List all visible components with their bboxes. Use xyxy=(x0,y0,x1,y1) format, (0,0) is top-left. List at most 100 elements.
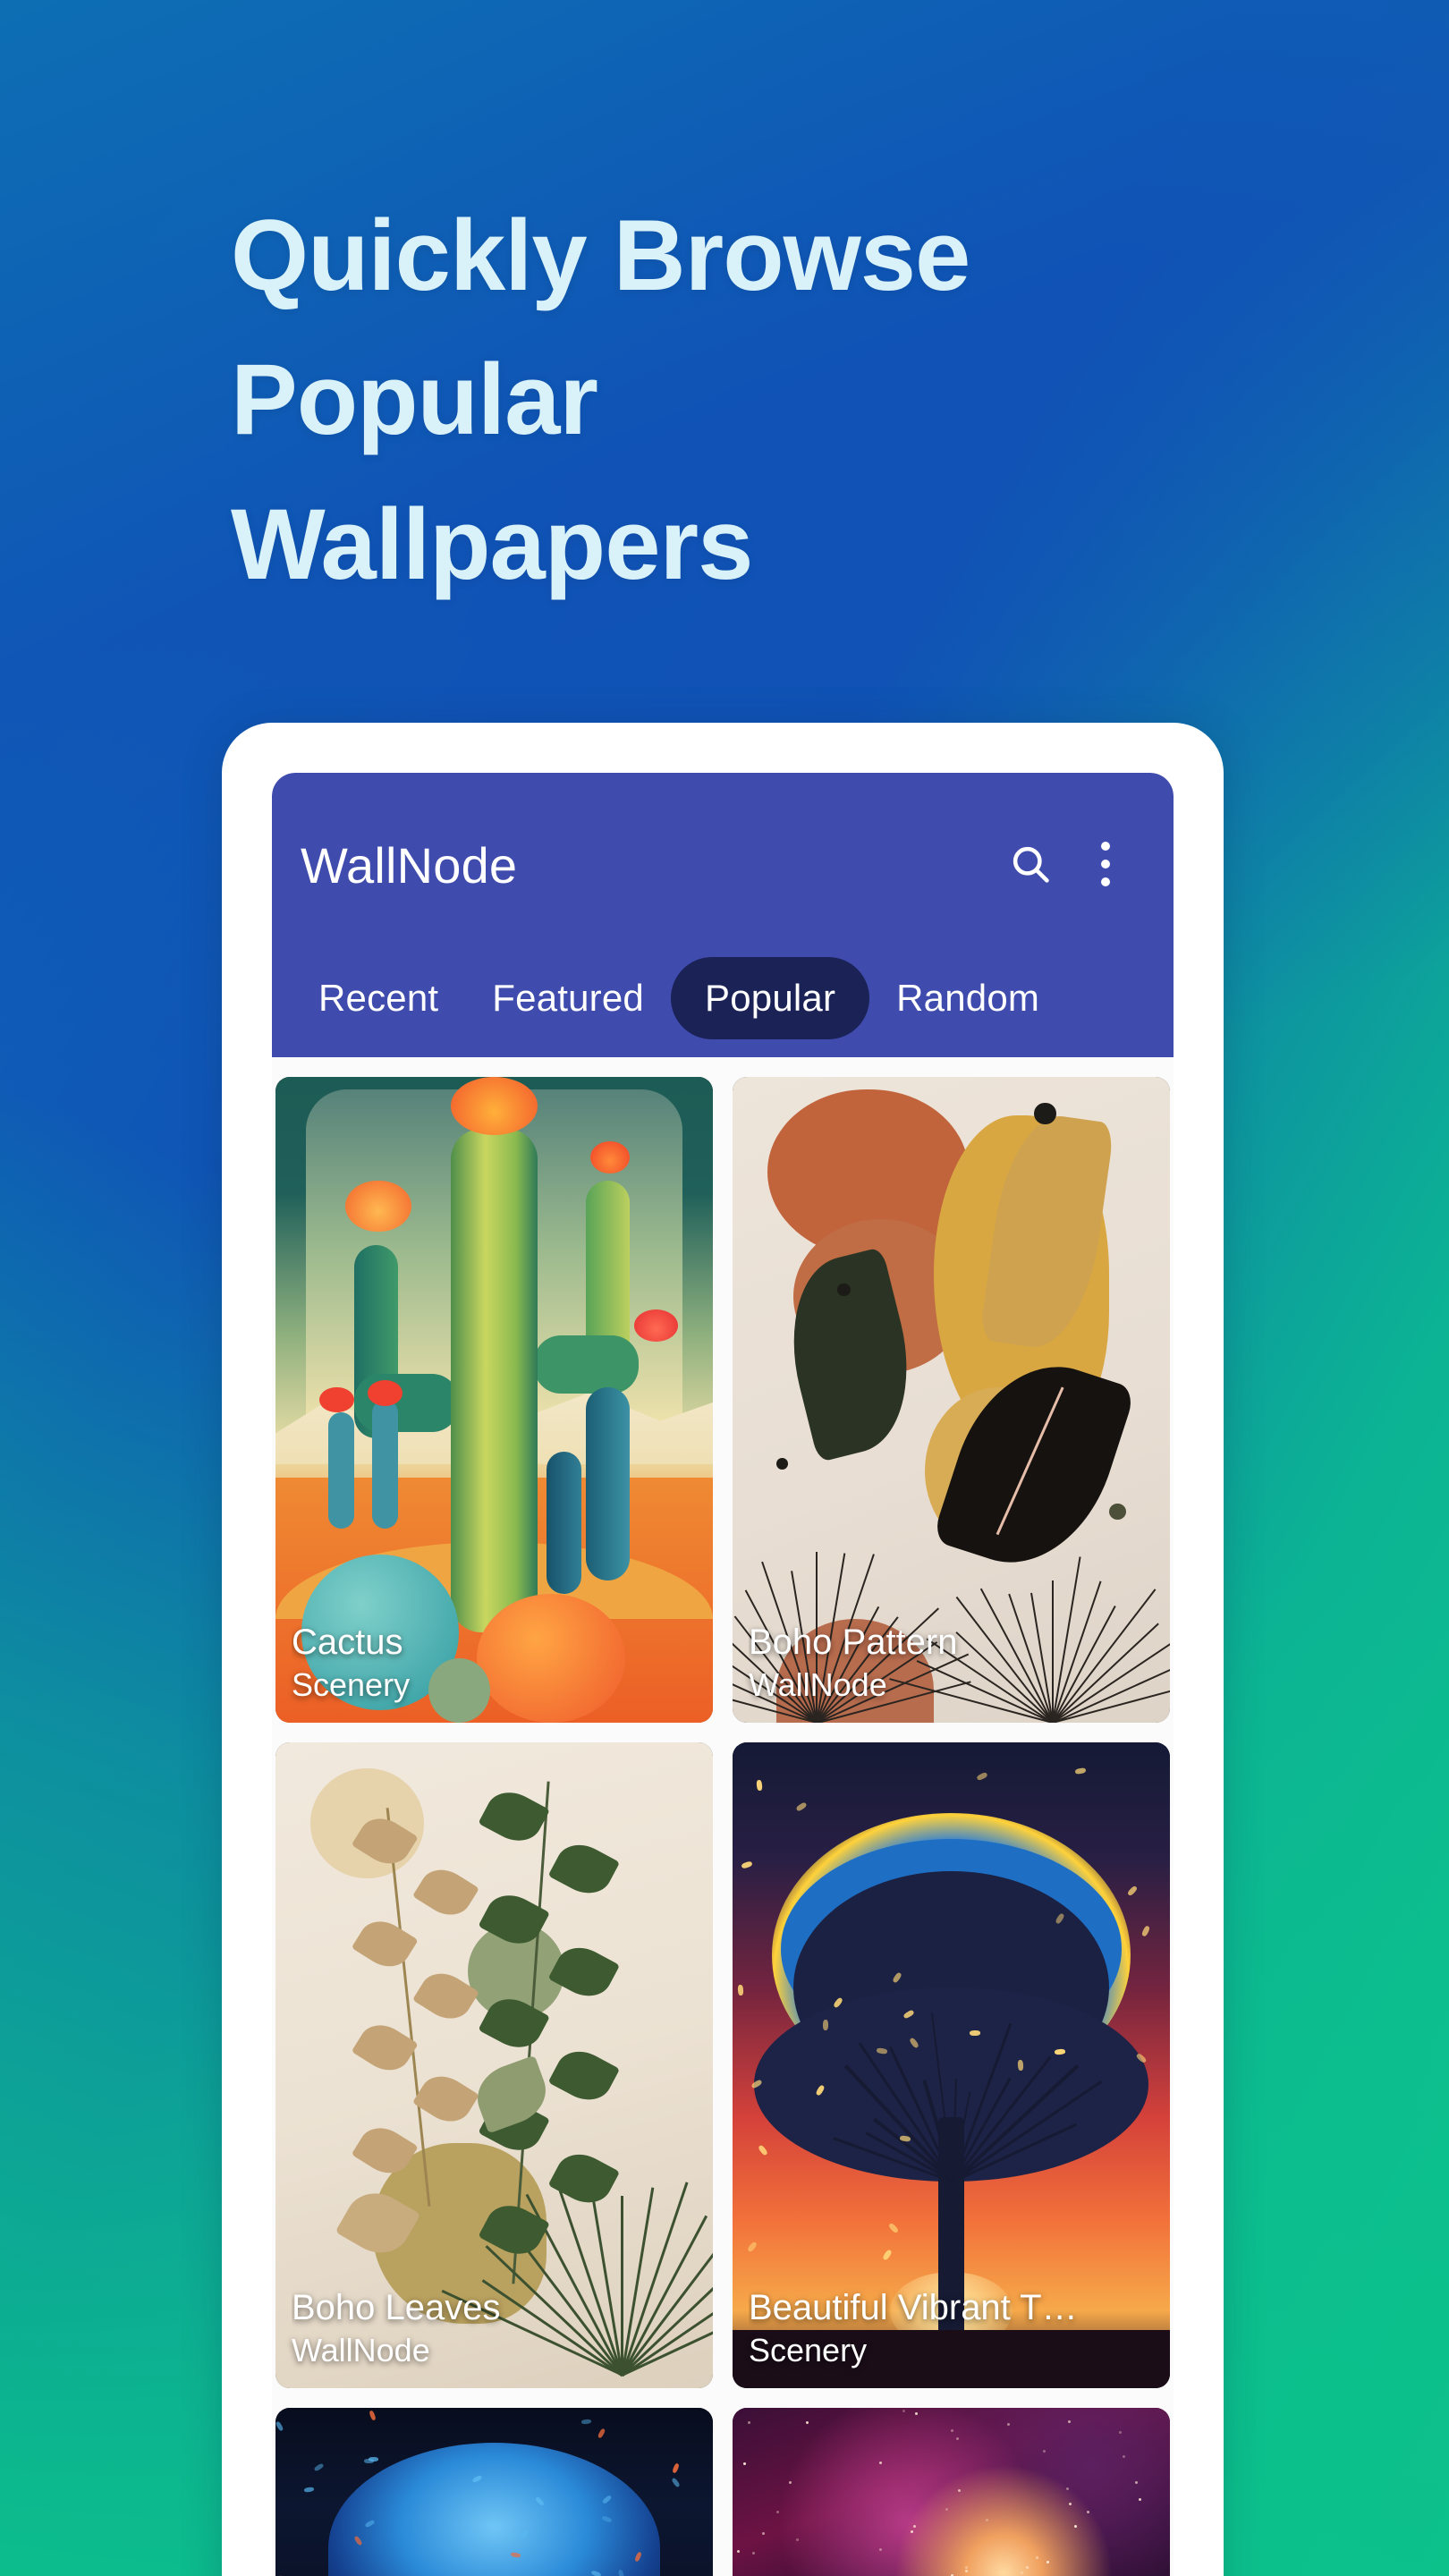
star xyxy=(752,2552,755,2555)
wallpaper-card[interactable]: Cactus Scenery xyxy=(275,1077,713,1723)
ember xyxy=(746,2241,757,2252)
star xyxy=(879,2462,882,2464)
star xyxy=(1119,2431,1122,2434)
ember xyxy=(758,2145,768,2157)
star xyxy=(1074,2525,1077,2528)
wallpaper-grid: Cactus Scenery Boho Pattern WallNode Boh… xyxy=(272,1057,1174,2576)
star xyxy=(762,2532,765,2535)
app-bar: WallNode Recent Featured Popular Random xyxy=(272,773,1174,1057)
card-meta: Boho Pattern WallNode xyxy=(749,1620,1157,1707)
ember xyxy=(796,1801,808,1812)
star xyxy=(1069,2503,1072,2505)
headline-line-2: Popular xyxy=(231,327,1233,471)
leaf-shape xyxy=(548,1835,620,1902)
card-subtitle: Scenery xyxy=(292,1665,700,1707)
star xyxy=(956,2437,959,2440)
card-title: Cactus xyxy=(292,1620,700,1665)
card-meta: Beautiful Vibrant T… Scenery xyxy=(749,2285,1157,2372)
star xyxy=(879,2548,882,2551)
wallpaper-card[interactable]: Beautiful Vibrant T… Scenery xyxy=(733,1742,1170,2388)
star xyxy=(986,2519,988,2521)
tab-featured[interactable]: Featured xyxy=(465,959,671,1038)
wallpaper-card[interactable] xyxy=(275,2408,713,2576)
app-screen: WallNode Recent Featured Popular Random … xyxy=(272,773,1174,2576)
star xyxy=(1066,2487,1069,2490)
card-title: Boho Leaves xyxy=(292,2285,700,2330)
ember xyxy=(1018,2060,1024,2071)
phone-mockup: WallNode Recent Featured Popular Random … xyxy=(222,723,1224,2576)
card-meta: Cactus Scenery xyxy=(292,1620,700,1707)
ember xyxy=(888,2222,900,2233)
spark xyxy=(581,2419,591,2425)
wallpaper-card[interactable]: Boho Pattern WallNode xyxy=(733,1077,1170,1723)
card-subtitle: WallNode xyxy=(292,2330,700,2372)
ember xyxy=(1126,1885,1138,1896)
star xyxy=(913,2525,916,2528)
star xyxy=(1007,2423,1010,2426)
spark xyxy=(369,2457,378,2462)
wallpaper-card[interactable]: Boho Leaves WallNode xyxy=(275,1742,713,2388)
star xyxy=(776,2511,779,2513)
card-title: Beautiful Vibrant T… xyxy=(749,2285,1157,2330)
star xyxy=(737,2550,740,2553)
spark xyxy=(672,2462,680,2473)
leaf-shape xyxy=(548,2042,620,2108)
tab-recent[interactable]: Recent xyxy=(292,959,465,1038)
star xyxy=(789,2481,792,2484)
headline-line-3: Wallpapers xyxy=(231,472,1233,616)
ember xyxy=(741,1860,753,1869)
star xyxy=(902,2410,905,2412)
tab-random[interactable]: Random xyxy=(869,959,1066,1038)
wallpaper-card[interactable] xyxy=(733,2408,1170,2576)
star xyxy=(1135,2481,1138,2484)
tab-popular[interactable]: Popular xyxy=(671,957,869,1039)
tab-bar: Recent Featured Popular Random xyxy=(272,939,1174,1057)
spark xyxy=(597,2428,606,2439)
spark xyxy=(671,2478,680,2488)
spark xyxy=(369,2410,377,2420)
star xyxy=(1087,2511,1089,2513)
leaf-shape xyxy=(479,1784,550,1850)
star xyxy=(1139,2498,1141,2501)
star xyxy=(1021,2572,1023,2574)
star xyxy=(965,2570,968,2572)
more-vertical-icon[interactable] xyxy=(1068,826,1143,902)
star xyxy=(1036,2556,1038,2559)
star xyxy=(796,2538,799,2541)
star xyxy=(748,2421,750,2424)
ember xyxy=(756,1780,762,1792)
star xyxy=(965,2566,968,2569)
nebula-artwork xyxy=(733,2408,1170,2576)
promo-screenshot: Quickly Browse Popular Wallpapers WallNo… xyxy=(0,0,1449,2576)
star xyxy=(743,2462,746,2465)
leaf-shape xyxy=(352,1912,419,1976)
card-subtitle: Scenery xyxy=(749,2330,1157,2372)
star xyxy=(1043,2450,1046,2453)
headline-line-1: Quickly Browse xyxy=(231,183,1233,327)
star xyxy=(951,2429,953,2432)
ember xyxy=(1141,1926,1151,1937)
card-subtitle: WallNode xyxy=(749,1665,1157,1707)
star xyxy=(1068,2420,1071,2423)
ember xyxy=(737,1985,743,1996)
star xyxy=(945,2508,948,2511)
ember xyxy=(882,2249,893,2260)
ember xyxy=(977,1772,988,1782)
star xyxy=(915,2412,918,2415)
ember xyxy=(1075,1767,1087,1775)
star xyxy=(1046,2561,1049,2563)
blue-coral-artwork xyxy=(275,2408,713,2576)
app-title: WallNode xyxy=(301,818,993,894)
page-title: Quickly Browse Popular Wallpapers xyxy=(231,183,1233,616)
spark xyxy=(314,2462,325,2471)
star xyxy=(911,2530,913,2533)
overflow-dots xyxy=(1101,842,1110,886)
star xyxy=(1123,2455,1125,2458)
star xyxy=(958,2489,961,2492)
leaf-shape xyxy=(412,2067,479,2131)
search-icon[interactable] xyxy=(993,826,1068,902)
app-bar-top-row: WallNode xyxy=(272,773,1174,939)
star xyxy=(806,2421,809,2424)
star xyxy=(1026,2566,1029,2569)
spark xyxy=(275,2420,284,2431)
